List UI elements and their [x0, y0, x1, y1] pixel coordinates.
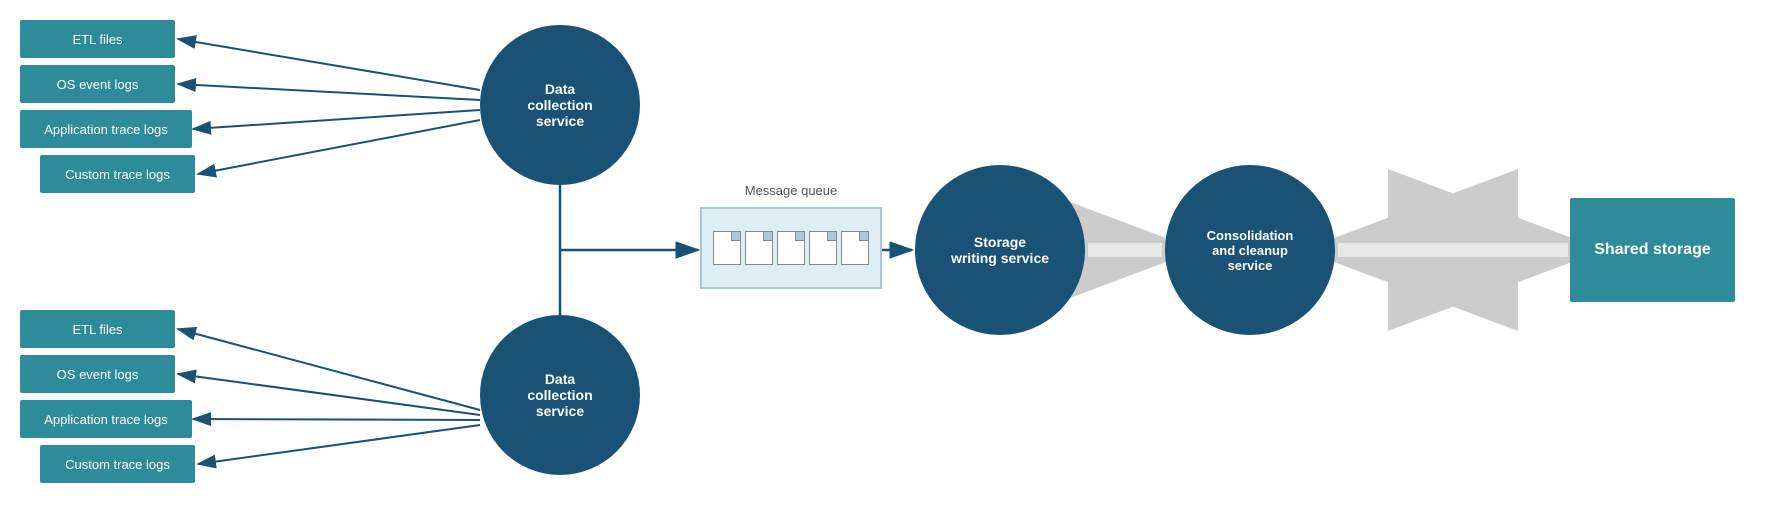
architecture-diagram: ETL files OS event logs Application trac…	[0, 0, 1771, 516]
doc-icon-2	[745, 231, 773, 265]
arrows-svg	[0, 0, 1771, 516]
app-trace-logs-top: Application trace logs	[20, 110, 192, 148]
message-queue	[700, 207, 882, 289]
doc-icon-4	[809, 231, 837, 265]
storage-writing-service: Storage writing service	[915, 165, 1085, 335]
doc-icon-3	[777, 231, 805, 265]
app-trace-logs-bot: Application trace logs	[20, 400, 192, 438]
shared-storage: Shared storage	[1570, 198, 1735, 302]
data-collection-service-bot: Data collection service	[480, 315, 640, 475]
consolidation-cleanup-service: Consolidation and cleanup service	[1165, 165, 1335, 335]
custom-trace-logs-bot: Custom trace logs	[40, 445, 195, 483]
os-event-logs-bot: OS event logs	[20, 355, 175, 393]
etl-files-top: ETL files	[20, 20, 175, 58]
os-event-logs-top: OS event logs	[20, 65, 175, 103]
custom-trace-logs-top: Custom trace logs	[40, 155, 195, 193]
etl-files-bot: ETL files	[20, 310, 175, 348]
doc-icon-1	[713, 231, 741, 265]
message-queue-label: Message queue	[700, 183, 882, 198]
doc-icon-5	[841, 231, 869, 265]
data-collection-service-top: Data collection service	[480, 25, 640, 185]
